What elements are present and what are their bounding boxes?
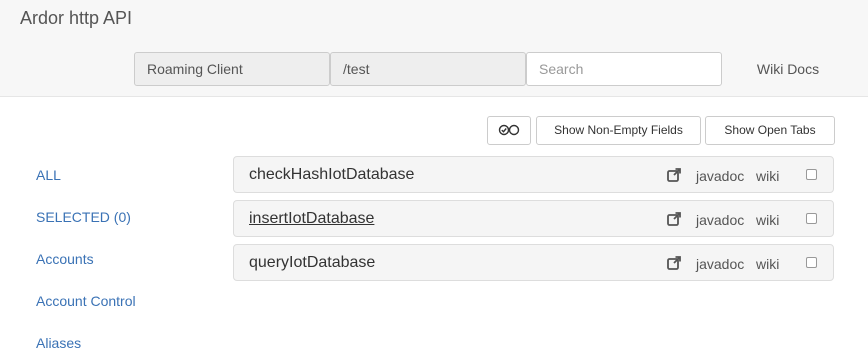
api-name[interactable]: queryIotDatabase: [249, 254, 375, 272]
wiki-link[interactable]: wiki: [756, 256, 779, 272]
external-link-icon[interactable]: [666, 211, 682, 227]
path-field: /test: [330, 52, 526, 86]
api-name[interactable]: checkHashIotDatabase: [249, 166, 414, 184]
sidebar-item-accounts[interactable]: Accounts: [36, 251, 94, 267]
javadoc-link[interactable]: javadoc: [696, 212, 744, 228]
sidebar-item-aliases[interactable]: Aliases: [36, 335, 81, 351]
show-non-empty-fields-button[interactable]: Show Non-Empty Fields: [536, 116, 701, 145]
show-open-tabs-button[interactable]: Show Open Tabs: [705, 116, 835, 145]
api-row[interactable]: checkHashIotDatabase javadoc wiki: [233, 156, 834, 193]
sidebar-item-all[interactable]: ALL: [36, 167, 61, 183]
app-title: Ardor http API: [20, 8, 133, 28]
sidebar-item-selected[interactable]: SELECTED (0): [36, 209, 131, 225]
javadoc-link[interactable]: javadoc: [696, 168, 744, 184]
toggle-selection-button[interactable]: [487, 116, 531, 145]
top-navbar: Ardor http API Roaming Client /test Wiki…: [0, 0, 868, 97]
search-input[interactable]: [526, 52, 722, 86]
check-circle-icon: [498, 123, 520, 137]
wiki-link[interactable]: wiki: [756, 168, 779, 184]
external-link-icon[interactable]: [666, 255, 682, 271]
api-row[interactable]: insertIotDatabase javadoc wiki: [233, 200, 834, 237]
external-link-icon[interactable]: [666, 167, 682, 183]
sidebar-item-account-control[interactable]: Account Control: [36, 293, 136, 309]
api-name[interactable]: insertIotDatabase: [249, 210, 374, 228]
client-mode-field: Roaming Client: [134, 52, 330, 86]
wiki-link[interactable]: wiki: [756, 212, 779, 228]
javadoc-link[interactable]: javadoc: [696, 256, 744, 272]
row-checkbox[interactable]: [806, 213, 817, 224]
row-checkbox[interactable]: [806, 257, 817, 268]
row-checkbox[interactable]: [806, 169, 817, 180]
api-row[interactable]: queryIotDatabase javadoc wiki: [233, 244, 834, 281]
wiki-docs-link[interactable]: Wiki Docs: [740, 52, 836, 86]
